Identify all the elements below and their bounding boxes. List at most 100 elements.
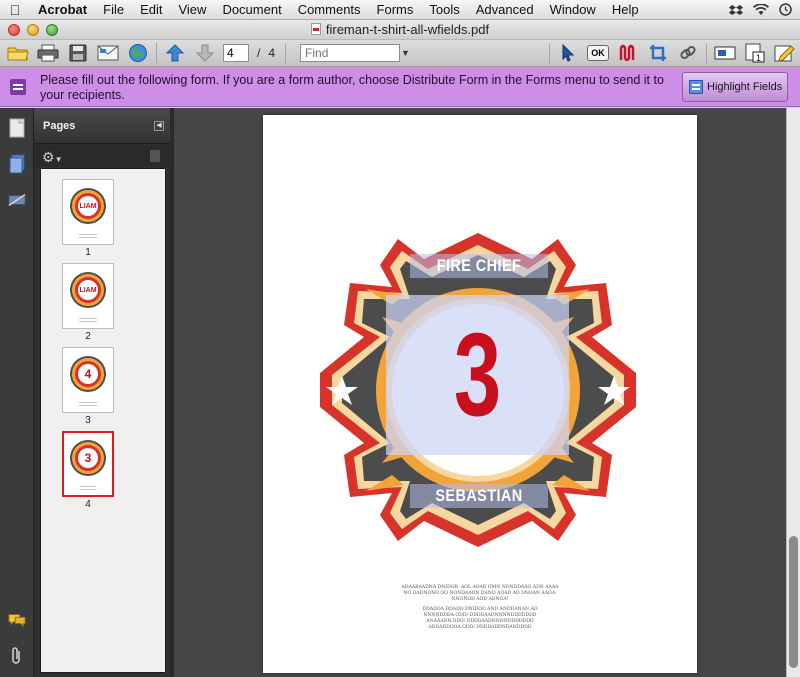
thumbnail-badge: LIAM (72, 190, 104, 222)
svg-text:1: 1 (756, 53, 761, 63)
menu-document[interactable]: Document (214, 0, 289, 20)
select-tool-button[interactable] (556, 42, 580, 64)
thumbnail-badge: LIAM (72, 274, 104, 306)
globe-icon (129, 44, 147, 62)
fine-print-instructions: ADAABAADNA DNIDOB. AOL AOAR OMN NONDDAAO… (373, 585, 587, 631)
thumbnail-text-line (80, 486, 96, 487)
menu-help[interactable]: Help (604, 0, 647, 20)
main-toolbar: 4 / 4 ▼ OK 1 (0, 40, 800, 67)
highlight-fields-label: Highlight Fields (707, 81, 783, 93)
title-field-text: FIRE CHIEF (436, 256, 522, 275)
previous-page-button[interactable] (163, 42, 187, 64)
fine-print-line: ADDADDOOA.ODD/ DDDDADDNDANDDDD (428, 625, 532, 630)
page-thumbnail-1[interactable]: LIAM (62, 179, 114, 245)
comments-panel-button[interactable] (8, 610, 26, 630)
window-title-bar: fireman-t-shirt-all-wfields.pdf (0, 20, 800, 40)
menu-forms[interactable]: Forms (369, 0, 422, 20)
find-input[interactable] (300, 44, 401, 62)
open-folder-button[interactable] (6, 42, 30, 64)
page-separator: / (257, 46, 261, 60)
menu-comments[interactable]: Comments (290, 0, 369, 20)
menu-file[interactable]: File (95, 0, 132, 20)
gear-icon[interactable]: ⚙▼ (42, 149, 62, 166)
menu-view[interactable]: View (170, 0, 214, 20)
menu-window[interactable]: Window (542, 0, 604, 20)
forms-message-bar: Please fill out the following form. If y… (0, 67, 800, 107)
trash-icon[interactable] (150, 150, 160, 162)
vertical-scrollbar[interactable] (786, 108, 800, 677)
scrollbar-thumb[interactable] (789, 536, 798, 668)
pages-panel-button[interactable] (8, 118, 26, 138)
collapse-panel-icon[interactable]: ◀ (154, 121, 164, 131)
mac-menu-bar:  Acrobat File Edit View Document Commen… (0, 0, 800, 20)
window-title: fireman-t-shirt-all-wfields.pdf (0, 20, 800, 40)
page-number-input[interactable]: 4 (223, 44, 249, 62)
menu-advanced[interactable]: Advanced (468, 0, 542, 20)
bookmarks-panel-button[interactable] (8, 154, 26, 174)
ok-button[interactable]: OK (586, 42, 610, 64)
thumbnail-text-line (79, 237, 97, 238)
email-button[interactable] (96, 42, 120, 64)
page-thumbnail-number: 4 (85, 499, 91, 510)
page-thumbnail-2[interactable]: LIAM (62, 263, 114, 329)
thumbnail-text-line (79, 321, 97, 322)
page-thumbnail-list[interactable]: LIAM 1 LIAM 2 4 3 3 4 (40, 168, 166, 673)
toolbar-separator (549, 43, 551, 63)
cursor-arrow-icon (562, 44, 575, 62)
toolbar-separator (706, 43, 708, 63)
sign-button[interactable] (616, 42, 640, 64)
paperclip-icon (12, 647, 20, 664)
pdf-file-icon (310, 23, 321, 35)
dropbox-icon[interactable] (729, 4, 743, 16)
edit-form-button[interactable] (773, 42, 797, 64)
pages-panel: Pages ◀ ⚙▼ LIAM 1 LIAM 2 4 3 3 4 (34, 108, 170, 677)
toolbar-separator (285, 43, 287, 63)
next-page-button[interactable] (193, 42, 217, 64)
crop-tool-button[interactable] (646, 42, 670, 64)
time-machine-icon[interactable] (779, 3, 792, 16)
text-field-tool-button[interactable] (713, 42, 737, 64)
page-thumbnail-4[interactable]: 3 (62, 431, 114, 497)
apple-icon[interactable]:  (0, 2, 30, 18)
chain-link-icon (680, 45, 696, 60)
collaborate-button[interactable] (126, 42, 150, 64)
numbered-page-icon: 1 (745, 43, 765, 63)
wifi-icon[interactable] (753, 3, 769, 16)
thumbnail-text-line (79, 405, 97, 406)
pdf-page: FIRE CHIEF 3 SEBASTIAN ADAABAADNA DNIDOB… (263, 115, 697, 673)
page-number-tool-button[interactable]: 1 (743, 42, 767, 64)
envelope-icon (97, 45, 119, 61)
link-tool-button[interactable] (676, 42, 700, 64)
thumbnail-badge-text: 3 (78, 448, 98, 468)
thumbnail-badge-text: 4 (78, 364, 98, 384)
signature-panel-icon (8, 194, 26, 206)
pages-panel-tools: ⚙▼ (34, 145, 170, 167)
document-filename: fireman-t-shirt-all-wfields.pdf (325, 22, 490, 37)
highlight-fields-button[interactable]: Highlight Fields (682, 72, 788, 102)
highlight-fields-icon (689, 80, 703, 94)
menu-extras (729, 3, 800, 16)
thumbnail-text-line (79, 402, 97, 403)
pages-icon (9, 118, 25, 138)
thumbnail-badge-text: LIAM (78, 280, 98, 300)
name-field-text: SEBASTIAN (435, 486, 523, 505)
menu-acrobat[interactable]: Acrobat (30, 0, 95, 20)
find-dropdown-icon[interactable]: ▼ (401, 48, 410, 58)
document-viewport: FIRE CHIEF 3 SEBASTIAN ADAABAADNA DNIDOB… (174, 108, 786, 677)
menu-edit[interactable]: Edit (132, 0, 170, 20)
page-thumbnail-number: 2 (85, 331, 91, 342)
printer-icon (37, 44, 59, 62)
thumbnail-text-line (79, 318, 97, 319)
menu-tools[interactable]: Tools (421, 0, 467, 20)
page-thumbnail-3[interactable]: 4 (62, 347, 114, 413)
print-button[interactable] (36, 42, 60, 64)
attachments-panel-button[interactable] (8, 646, 26, 666)
form-pencil-icon (774, 45, 795, 62)
ok-button-label: OK (587, 45, 609, 61)
page-thumbnail-number: 3 (85, 415, 91, 426)
toolbar-separator (156, 43, 157, 63)
crop-icon (650, 45, 667, 61)
save-button[interactable] (66, 42, 90, 64)
signatures-panel-button[interactable] (8, 190, 26, 210)
arrow-up-icon (166, 44, 184, 62)
